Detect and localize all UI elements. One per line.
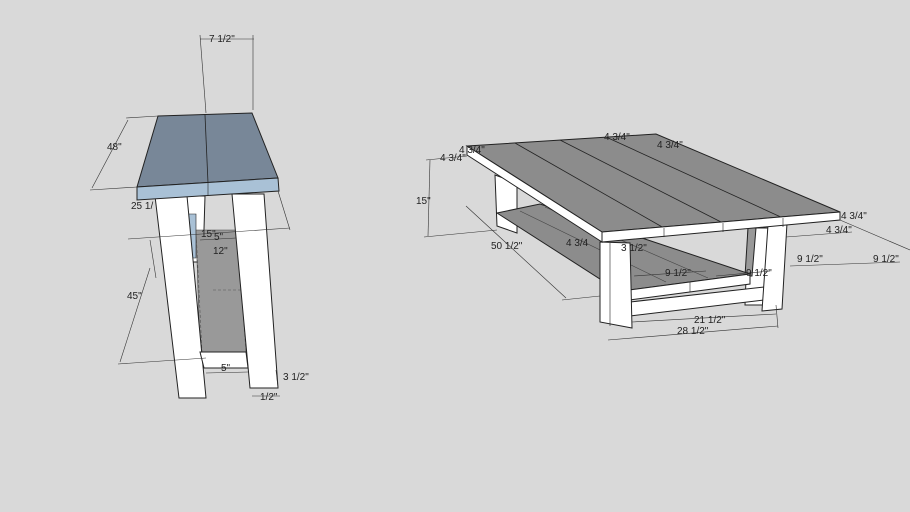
dim-leg-b-label: 3 1/2" [621,243,647,254]
dim-ext-length-b [89,186,138,191]
dim-length-label: 48" [107,142,122,153]
front-left-leg [599,241,633,329]
dim-height-label: 15" [416,196,431,207]
dim-foot-width-label: 1/2" [260,392,278,403]
dim-height-b-label: 45" [127,291,142,302]
end-table-model: 7 1/2" 48" 25 1/ 15" 5" 12" 45" 5" 3 1/2… [89,34,309,403]
dim-gap-label: 5" [214,232,224,243]
dim-side-a-label: 9 1/2" [797,254,823,265]
dim-ext-length-t [125,115,159,119]
dim-apron-right-b-label: 4 3/4" [826,225,852,236]
dim-width-label: 28 1/2" [677,326,709,337]
dim-stretcher-label: 5" [221,363,231,374]
sketchup-drawing-canvas: 7 1/2" 48" 25 1/ 15" 5" 12" 45" 5" 3 1/2… [89,34,910,403]
dim-length-label: 50 1/2" [491,241,523,252]
dim-line-height [119,267,151,363]
dim-shelf-a-label: 9 1/2" [665,268,691,279]
dim-leg-top-b-label: 4 3/4" [440,153,466,164]
dim-shelf-b-label: 9 1/2" [746,268,772,279]
dim-apron-right-label: 4 3/4" [841,211,867,222]
dim-height-a-label: 25 1/ [131,201,153,212]
dim-ext-height-b [423,229,498,238]
dim-stretcher-label: 21 1/2" [694,315,726,326]
dim-line-length [91,119,129,189]
dim-inner-label: 12" [213,246,228,257]
dim-top-width-label: 7 1/2" [209,34,235,45]
dim-ext-top-width-l [199,34,207,114]
dim-board-2-label: 4 3/4" [657,140,683,151]
dim-ext-a [277,190,291,231]
dim-leg-a-label: 4 3/4 [566,238,589,249]
dim-foot-height-label: 3 1/2" [283,372,309,383]
dim-board-1-label: 4 3/4" [604,132,630,143]
dim-line-span [149,239,157,279]
coffee-table-model: 4 3/4" 4 3/4" 4 3/4" 4 3/4" 15" 50 1/2" … [416,132,910,341]
dim-side-b-label: 9 1/2" [873,254,899,265]
dim-ext-length-b [561,295,601,301]
